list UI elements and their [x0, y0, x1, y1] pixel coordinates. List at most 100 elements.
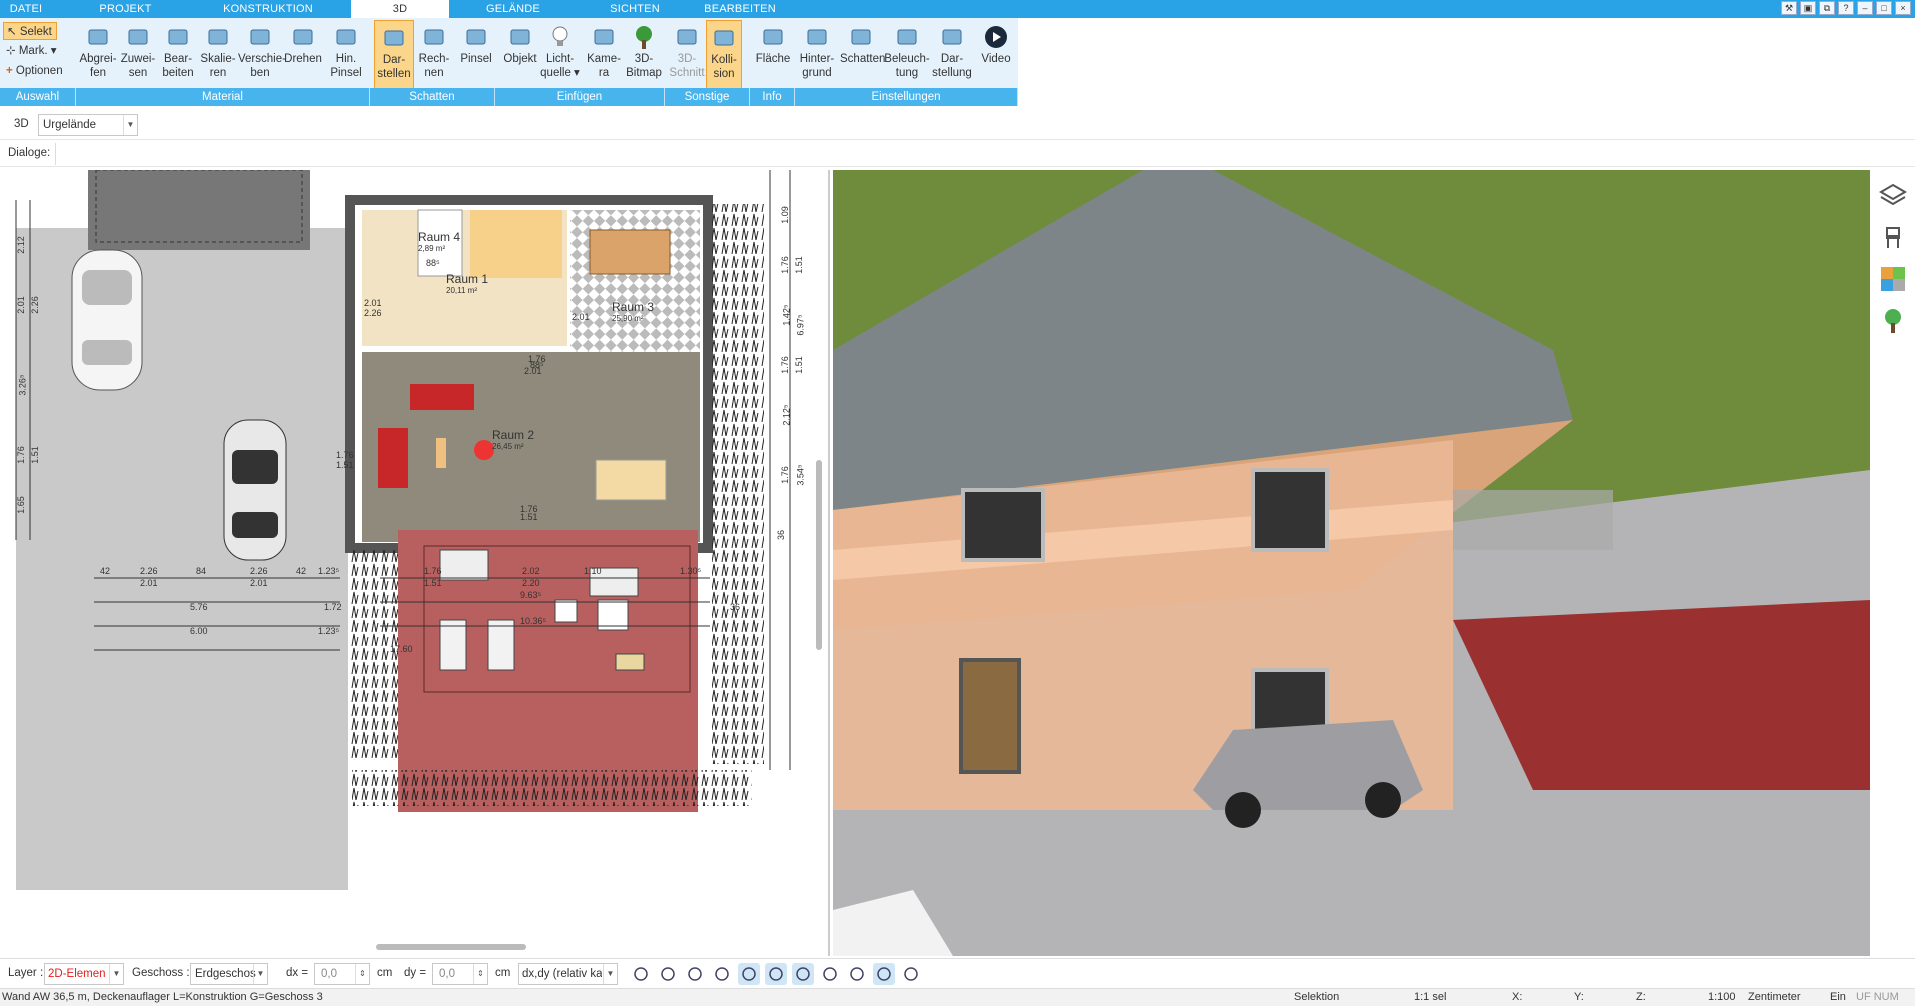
help-icon[interactable]: ?: [1838, 1, 1854, 15]
tab-3d[interactable]: 3D: [351, 0, 449, 18]
dialog-toolbar: Dialoge:: [0, 141, 1915, 167]
front-door: [959, 658, 1021, 774]
ribbon-button-edit-material[interactable]: Bear-beiten: [158, 20, 198, 90]
ribbon-button-area[interactable]: Fläche: [752, 20, 794, 90]
cursor-icon: ↖: [7, 26, 20, 38]
3d-view[interactable]: [833, 170, 1870, 956]
dy-input[interactable]: 0,0 ⇕: [432, 963, 488, 985]
dimension-label: 1.76: [779, 466, 790, 484]
terrain-layer-select[interactable]: Urgelände ▼: [38, 114, 138, 136]
grass-border: [712, 204, 764, 764]
select-button[interactable]: ↖ Selekt: [3, 22, 57, 40]
dimension-label: 1.76: [779, 356, 790, 374]
tab-projekt[interactable]: PROJEKT: [58, 0, 193, 18]
tab-bearbeiten[interactable]: BEARBEITEN: [690, 0, 790, 18]
ribbon-button-assign-material[interactable]: Zuwei-sen: [118, 20, 158, 90]
ribbon-button-rotate[interactable]: Drehen: [282, 20, 324, 90]
wall-icon[interactable]: [738, 963, 760, 985]
north-icon[interactable]: [873, 963, 895, 985]
ribbon-button-shadow-brush[interactable]: Pinsel: [456, 20, 496, 90]
dimension-label: 1.51: [520, 512, 538, 522]
ribbon-button-background[interactable]: Hinter-grund: [796, 20, 838, 90]
coordinate-mode-select[interactable]: dx,dy (relativ ka ▼: [518, 963, 618, 985]
snap-state: Ein: [1830, 991, 1846, 1003]
group-einfuegen: Einfügen: [495, 88, 665, 106]
tab-gelaende[interactable]: GELÄNDE: [452, 0, 574, 18]
assign-material-icon: [128, 29, 148, 45]
dimension-label: 1.76: [424, 566, 442, 576]
dimension-label: 42: [100, 566, 111, 576]
close-icon[interactable]: ×: [1895, 1, 1911, 15]
dimension-label: 1.42⁵: [781, 304, 792, 326]
ribbon-button-camera[interactable]: Kame-ra: [584, 20, 624, 90]
ribbon-button-house-shadow[interactable]: Schatten: [840, 20, 885, 90]
ribbon-button-lightbulb[interactable]: Licht-quelle ▾: [540, 20, 580, 90]
ribbon-button-play[interactable]: Video: [976, 20, 1016, 90]
y-coordinate: Y:: [1574, 991, 1584, 1003]
x-coordinate: X:: [1512, 991, 1523, 1003]
ribbon-button-tree[interactable]: 3D- Bitmap: [624, 20, 664, 90]
tools-icon[interactable]: ⚒: [1781, 1, 1797, 15]
balcony: [1453, 490, 1613, 550]
room-2-label: Raum 2: [492, 428, 535, 442]
more-icon[interactable]: [900, 963, 922, 985]
collision-icon: [714, 30, 734, 46]
divider: [55, 143, 56, 165]
ribbon-button-monitor[interactable]: Dar-stellung: [930, 20, 974, 90]
ribbon-button-label: Kame-: [587, 53, 621, 65]
hatch-icon[interactable]: [765, 963, 787, 985]
ribbon-button-calculate[interactable]: Rech-nen: [414, 20, 454, 90]
layers-icon[interactable]: [1878, 180, 1908, 210]
floor-plan-view[interactable]: Raum 4 2,89 m² Raum 1 20,11 m² Raum 3 25…: [0, 170, 830, 956]
ribbon-button-label: grund: [802, 67, 832, 79]
tab-konstruktion[interactable]: KONSTRUKTION: [198, 0, 338, 18]
ribbon-button-move[interactable]: Verschie-ben: [238, 20, 286, 90]
ribbon-button-label: beiten: [162, 67, 194, 79]
layer-view-icon[interactable]: [792, 963, 814, 985]
box-icon[interactable]: [711, 963, 733, 985]
stepper-icon[interactable]: ⇕: [473, 964, 487, 984]
options-button[interactable]: + Optionen: [6, 62, 63, 80]
ribbon-button-label: sen: [128, 67, 148, 79]
ribbon-button-brush[interactable]: Hin. Pinsel: [325, 20, 367, 90]
z-coordinate: Z:: [1636, 991, 1646, 1003]
ribbon-button-label: Dar-: [940, 53, 964, 65]
floor-select[interactable]: Erdgeschos ▼: [190, 963, 268, 985]
ribbon-button-label: Bitmap: [626, 67, 662, 79]
tab-datei[interactable]: DATEI: [0, 0, 52, 18]
ribbon-button-section[interactable]: 3D- Schnitt: [668, 20, 706, 90]
car-top-view: [71, 249, 143, 391]
dx-input[interactable]: 0,0 ⇕: [314, 963, 370, 985]
window-layout-icon[interactable]: ▣: [1800, 1, 1816, 15]
tab-sichten[interactable]: SICHTEN: [590, 0, 680, 18]
minimize-icon[interactable]: –: [1857, 1, 1873, 15]
material-icon[interactable]: [1878, 264, 1908, 294]
chair-icon[interactable]: [1878, 222, 1908, 252]
tree-icon[interactable]: [1878, 306, 1908, 336]
stepper-icon[interactable]: ⇕: [355, 964, 369, 984]
plan-scrollbar-horizontal[interactable]: [376, 944, 526, 950]
ribbon-button-eyedropper[interactable]: Abgrei-fen: [78, 20, 118, 90]
print-icon[interactable]: [684, 963, 706, 985]
maximize-icon[interactable]: □: [1876, 1, 1892, 15]
grid-icon[interactable]: [846, 963, 868, 985]
ribbon-button-label: Objekt: [503, 53, 537, 65]
ribbon-button-lighting[interactable]: Beleuch-tung: [884, 20, 930, 90]
ribbon-button-label: Hin.: [335, 53, 357, 65]
ribbon-button-object[interactable]: Objekt: [500, 20, 540, 90]
ribbon-button-scale[interactable]: Skalie-ren: [198, 20, 238, 90]
screen-icon[interactable]: [657, 963, 679, 985]
ribbon-button-collision[interactable]: Kolli-sion: [706, 20, 742, 90]
ribbon-button-label: Pinsel: [330, 67, 362, 79]
restore-icon[interactable]: ⧉: [1819, 1, 1835, 15]
mark-button[interactable]: ⊹ Mark. ▾: [6, 42, 57, 60]
clock-icon[interactable]: [630, 963, 652, 985]
dimension-label: 2.26: [250, 566, 268, 576]
plan-scrollbar-vertical[interactable]: [816, 460, 822, 650]
dimension-label: 1.72: [324, 602, 342, 612]
dimension-label: 2.26: [364, 308, 382, 318]
dimension-label: 6.00: [190, 626, 208, 636]
ribbon-button-shadow-display[interactable]: Dar-stellen: [374, 20, 414, 90]
cloud-icon[interactable]: [819, 963, 841, 985]
layer-select[interactable]: 2D-Elemen ▼: [44, 963, 124, 985]
